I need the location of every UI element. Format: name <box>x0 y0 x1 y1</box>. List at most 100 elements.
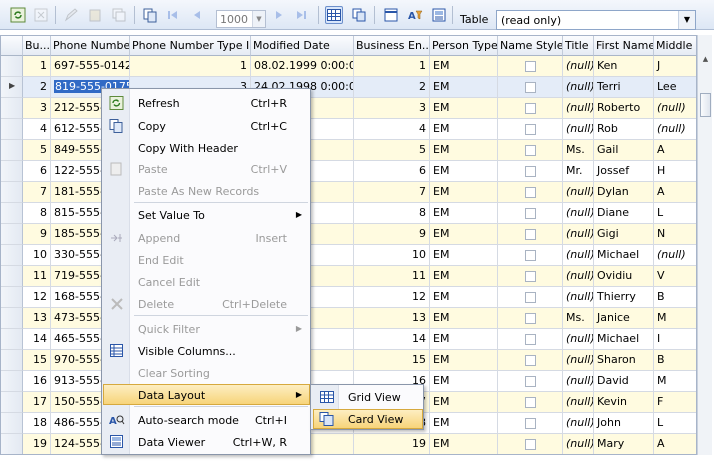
table-cell[interactable]: 11 <box>354 266 430 287</box>
table-cell[interactable] <box>498 245 563 266</box>
table-cell[interactable]: A <box>654 140 696 161</box>
table-cell[interactable]: EM <box>430 140 498 161</box>
table-cell[interactable] <box>498 77 563 98</box>
table-cell[interactable]: (null) <box>563 56 594 77</box>
row-indicator[interactable] <box>1 140 23 161</box>
row-indicator[interactable] <box>1 287 23 308</box>
menu-item-visible-columns[interactable]: Visible Columns... <box>103 340 310 361</box>
table-cell[interactable]: Thierry <box>594 287 654 308</box>
table-cell[interactable]: EM <box>430 371 498 392</box>
name-style-checkbox[interactable] <box>524 292 536 303</box>
name-style-checkbox[interactable] <box>524 376 536 387</box>
table-cell[interactable]: EM <box>430 182 498 203</box>
table-cell[interactable]: 6 <box>23 161 51 182</box>
table-cell[interactable]: Ovidiu <box>594 266 654 287</box>
table-cell[interactable]: B <box>654 350 696 371</box>
name-style-checkbox[interactable] <box>524 271 536 282</box>
table-cell[interactable]: Dylan <box>594 182 654 203</box>
table-cell[interactable]: 4 <box>23 119 51 140</box>
name-style-checkbox[interactable] <box>524 229 536 240</box>
table-cell[interactable]: 12 <box>23 287 51 308</box>
table-cell[interactable]: 19 <box>23 434 51 454</box>
name-style-checkbox[interactable] <box>524 355 536 366</box>
row-indicator[interactable] <box>1 371 23 392</box>
column-header[interactable]: Business En... <box>354 36 430 56</box>
table-cell[interactable]: Gail <box>594 140 654 161</box>
table-cell[interactable]: B <box>654 287 696 308</box>
table-cell[interactable]: (null) <box>563 266 594 287</box>
table-cell[interactable]: EM <box>430 350 498 371</box>
table-cell[interactable] <box>498 182 563 203</box>
table-cell[interactable]: (null) <box>563 224 594 245</box>
column-header[interactable]: Person Type <box>430 36 498 56</box>
table-cell[interactable]: Ken <box>594 56 654 77</box>
table-cell[interactable]: 697-555-0142 <box>51 56 130 77</box>
table-cell[interactable]: (null) <box>654 98 696 119</box>
name-style-checkbox[interactable] <box>524 61 536 72</box>
table-cell[interactable]: EM <box>430 56 498 77</box>
table-cell[interactable]: Mary <box>594 434 654 454</box>
column-header[interactable]: First Name <box>594 36 654 56</box>
table-cell[interactable]: (null) <box>563 350 594 371</box>
row-indicator[interactable] <box>1 392 23 413</box>
row-indicator[interactable] <box>1 245 23 266</box>
name-style-checkbox[interactable] <box>524 124 536 135</box>
name-style-checkbox[interactable] <box>524 334 536 345</box>
menu-item-end-edit[interactable]: End Edit <box>103 249 310 270</box>
table-cell[interactable]: A <box>654 182 696 203</box>
table-select[interactable]: (read only) ▼ <box>496 10 696 30</box>
table-cell[interactable]: (null) <box>563 371 594 392</box>
table-cell[interactable]: (null) <box>563 329 594 350</box>
table-cell[interactable]: EM <box>430 161 498 182</box>
table-cell[interactable]: (null) <box>563 119 594 140</box>
table-cell[interactable]: 11 <box>23 266 51 287</box>
row-indicator[interactable] <box>1 434 23 454</box>
table-cell[interactable]: (null) <box>563 287 594 308</box>
table-cell[interactable]: 7 <box>354 182 430 203</box>
chevron-down-icon[interactable]: ▼ <box>252 11 265 27</box>
table-cell[interactable]: David <box>594 371 654 392</box>
table-cell[interactable]: (null) <box>563 245 594 266</box>
table-cell[interactable]: EM <box>430 224 498 245</box>
table-cell[interactable]: A <box>654 434 696 454</box>
name-style-checkbox[interactable] <box>524 313 536 324</box>
table-cell[interactable]: 6 <box>354 161 430 182</box>
name-style-checkbox[interactable] <box>524 418 536 429</box>
data-viewer-icon[interactable] <box>430 6 448 24</box>
table-cell[interactable]: 15 <box>354 350 430 371</box>
name-style-checkbox[interactable] <box>524 397 536 408</box>
table-cell[interactable]: 1 <box>23 56 51 77</box>
row-indicator[interactable] <box>1 224 23 245</box>
table-cell[interactable] <box>498 203 563 224</box>
table-cell[interactable]: EM <box>430 392 498 413</box>
table-cell[interactable]: (null) <box>563 182 594 203</box>
table-cell[interactable]: 1 <box>354 56 430 77</box>
row-indicator[interactable] <box>1 203 23 224</box>
table-cell[interactable]: 9 <box>23 224 51 245</box>
table-cell[interactable] <box>498 119 563 140</box>
table-cell[interactable]: John <box>594 413 654 434</box>
menu-item-refresh[interactable]: Refresh Ctrl+R <box>103 92 310 113</box>
grid-view-icon[interactable] <box>325 6 343 24</box>
menu-item-cancel-edit[interactable]: Cancel Edit <box>103 271 310 292</box>
table-cell[interactable]: 12 <box>354 287 430 308</box>
name-style-checkbox[interactable] <box>524 439 536 450</box>
table-cell[interactable]: Michael <box>594 245 654 266</box>
table-cell[interactable]: 8 <box>354 203 430 224</box>
menu-item-append[interactable]: Append Insert <box>103 227 310 248</box>
table-cell[interactable] <box>498 413 563 434</box>
menu-item-paste[interactable]: Paste Ctrl+V <box>103 158 310 179</box>
table-cell[interactable]: Rob <box>594 119 654 140</box>
table-cell[interactable] <box>498 56 563 77</box>
table-cell[interactable]: L <box>654 203 696 224</box>
columns-icon[interactable] <box>382 6 400 24</box>
table-cell[interactable] <box>498 434 563 454</box>
refresh-icon[interactable] <box>9 6 27 24</box>
table-cell[interactable]: 10 <box>354 245 430 266</box>
table-cell[interactable]: EM <box>430 266 498 287</box>
table-cell[interactable]: 2 <box>354 77 430 98</box>
column-header[interactable]: Phone Number Type ID <box>130 36 251 56</box>
table-cell[interactable]: Ms. <box>563 140 594 161</box>
table-cell[interactable]: V <box>654 266 696 287</box>
table-cell[interactable]: EM <box>430 287 498 308</box>
